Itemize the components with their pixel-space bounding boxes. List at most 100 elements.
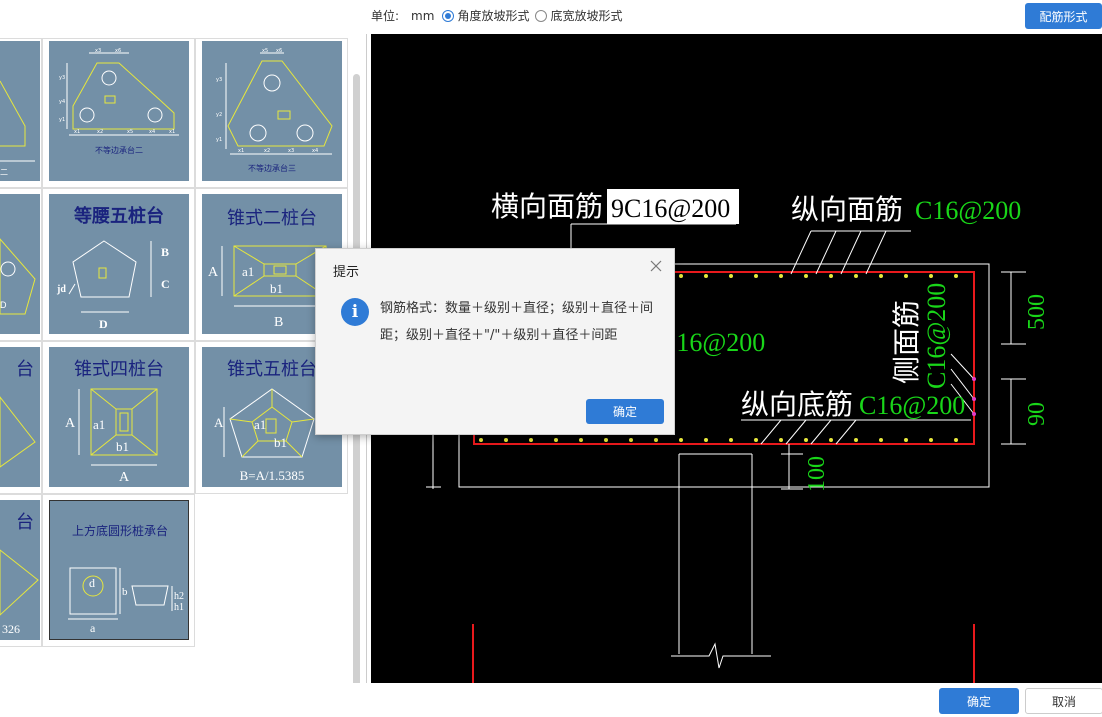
svg-text:y3: y3: [216, 77, 222, 83]
rebar-dot: [829, 274, 833, 278]
svg-text:y3: y3: [59, 75, 65, 81]
svg-text:x3: x3: [288, 148, 294, 154]
tile-unequal-3[interactable]: x5 x6 y3 y2 y1 x1 x2 x3 x4 不等边承台三: [202, 41, 342, 181]
info-icon: i: [341, 298, 369, 326]
longitudinal-top-label: 纵向面筋: [791, 194, 903, 226]
partial-tile[interactable]: 台: [0, 347, 40, 487]
side-bar-value: C16@200: [922, 283, 951, 389]
rebar-dot: [654, 438, 658, 442]
tile-caption: 锥式四桩台: [74, 359, 164, 379]
svg-text:A: A: [119, 470, 130, 485]
dim-500: 500: [1024, 294, 1050, 330]
tile-caption: 等腰五桩台: [74, 205, 164, 226]
svg-text:D: D: [0, 300, 7, 310]
dialog-ok-button[interactable]: 确定: [586, 399, 664, 424]
angle-slope-option[interactable]: 角度放坡形式: [442, 7, 529, 24]
partial-tile[interactable]: D: [0, 194, 40, 334]
svg-text:y1: y1: [216, 137, 222, 143]
partial-caption: 326: [2, 622, 20, 636]
tile-caption: 锥式二桩台: [227, 208, 317, 228]
svg-text:B=A/1.5385: B=A/1.5385: [240, 468, 305, 483]
rebar-dot: [579, 438, 583, 442]
transverse-top-value: 9C16@200: [611, 194, 730, 223]
dim-90: 90: [1024, 402, 1050, 426]
svg-text:jd: jd: [56, 284, 66, 295]
rebar-dot: [804, 438, 808, 442]
longitudinal-top-value: C16@200: [915, 196, 1021, 225]
rebar-dot: [629, 438, 633, 442]
svg-text:a1: a1: [242, 264, 254, 279]
svg-text:h2: h2: [174, 591, 184, 602]
tile-round-pile[interactable]: 上方底圆形桩承台 d b a h2 h1: [49, 500, 189, 640]
dialog-title: 提示: [333, 265, 360, 280]
svg-text:b1: b1: [270, 281, 283, 296]
tile-caption: 不等边承台二: [95, 145, 143, 155]
unit-label: 单位:: [371, 9, 400, 23]
longitudinal-bottom-label: 纵向底筋: [741, 389, 853, 421]
svg-text:x4: x4: [312, 148, 318, 154]
tile-caption: 上方底圆形桩承台: [72, 523, 168, 538]
radio-selected-icon[interactable]: [442, 9, 455, 22]
width-slope-option[interactable]: 底宽放坡形式: [535, 7, 622, 24]
rebar-dot: [604, 438, 608, 442]
rebar-dot: [779, 438, 783, 442]
svg-text:x1: x1: [238, 148, 244, 154]
tile-caption: 不等边承台三: [248, 163, 296, 173]
hint-dialog: 提示 i 钢筋格式：数量＋级别＋直径；级别＋直径＋间距；级别＋直径＋"/"＋级别…: [315, 248, 675, 435]
cap-type-gallery: 二 D 台 台326 x3 x6 y3 y4 y1 x1 x2 x5 x4 x: [0, 34, 367, 683]
svg-text:x3: x3: [95, 48, 101, 54]
rebar-dot: [729, 438, 733, 442]
radio-unselected-icon[interactable]: [535, 9, 548, 22]
rebar-dot: [879, 438, 883, 442]
rebar-dot: [929, 438, 933, 442]
svg-text:D: D: [99, 317, 108, 331]
longitudinal-bottom-value: C16@200: [859, 391, 965, 420]
svg-text:a1: a1: [254, 417, 266, 432]
ok-button[interactable]: 确定: [939, 688, 1019, 714]
side-bar-label: 侧面筋: [891, 300, 923, 384]
rebar-dot: [904, 274, 908, 278]
partial-caption: 台: [16, 512, 34, 532]
rebar-dot: [879, 274, 883, 278]
svg-text:x6: x6: [276, 48, 282, 54]
footer: [0, 683, 1102, 717]
angle-slope-label: 角度放坡形式: [457, 9, 530, 23]
cancel-button[interactable]: 取消: [1025, 688, 1102, 714]
svg-text:C: C: [161, 277, 170, 291]
svg-text:A: A: [65, 416, 76, 431]
rebar-dot: [704, 274, 708, 278]
rebar-dot: [954, 438, 958, 442]
partial-tile[interactable]: 二: [0, 41, 40, 181]
svg-text:A: A: [214, 415, 224, 430]
unit-value: mm: [411, 8, 435, 23]
close-icon[interactable]: [649, 259, 663, 273]
svg-text:x5: x5: [262, 48, 268, 54]
dialog-message: 钢筋格式：数量＋级别＋直径；级别＋直径＋间距；级别＋直径＋"/"＋级别＋直径＋间…: [380, 301, 654, 343]
svg-text:二: 二: [0, 168, 8, 177]
svg-text:b1: b1: [274, 435, 287, 450]
partial-tile[interactable]: 台 326: [0, 500, 40, 640]
rebar-dot: [904, 438, 908, 442]
svg-text:b1: b1: [116, 439, 129, 454]
svg-text:x5: x5: [127, 129, 133, 135]
tile-cone-4[interactable]: 锥式四桩台 A a1 b1 A: [49, 347, 189, 487]
svg-text:x2: x2: [97, 129, 103, 135]
rebar-dot: [754, 438, 758, 442]
svg-text:y4: y4: [59, 99, 65, 105]
rebar-form-button[interactable]: 配筋形式: [1025, 3, 1102, 29]
svg-text:x1: x1: [169, 129, 175, 135]
dim-100: 100: [804, 456, 830, 492]
rebar-dot: [679, 438, 683, 442]
rebar-dot: [854, 274, 858, 278]
tile-unequal-2[interactable]: x3 x6 y3 y4 y1 x1 x2 x5 x4 x1 不等边承台二: [49, 41, 189, 181]
rebar-dot: [679, 274, 683, 278]
svg-text:x4: x4: [149, 129, 155, 135]
svg-text:B: B: [161, 245, 169, 259]
tile-isosceles-5[interactable]: 等腰五桩台 B C jd D: [49, 194, 189, 334]
svg-text:a: a: [90, 621, 96, 635]
rebar-dot: [954, 274, 958, 278]
svg-text:b: b: [122, 586, 128, 598]
unit-row: 单位: mm 角度放坡形式 底宽放坡形式: [371, 7, 622, 24]
rebar-dot: [754, 274, 758, 278]
svg-text:A: A: [208, 265, 219, 280]
